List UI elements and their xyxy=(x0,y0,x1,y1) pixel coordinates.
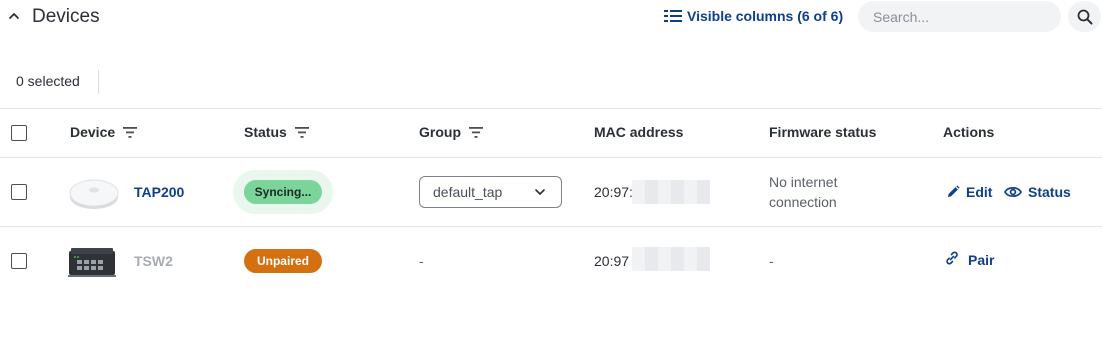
column-header-mac: MAC address xyxy=(594,124,683,140)
chevron-up-icon[interactable] xyxy=(8,10,20,22)
status-badge: Syncing... xyxy=(244,180,322,204)
mac-address: 20:97 xyxy=(594,253,630,269)
page-header: Devices Visible columns (6 of 6) xyxy=(0,0,1102,34)
firmware-status-line1: No internet xyxy=(769,174,838,190)
pencil-icon xyxy=(948,185,960,197)
selection-bar: 0 selected xyxy=(0,70,1102,94)
visible-columns-button[interactable]: Visible columns (6 of 6) xyxy=(664,8,843,24)
group-value: - xyxy=(419,253,424,269)
pair-button[interactable]: Pair xyxy=(944,251,995,268)
search-input[interactable] xyxy=(858,1,1061,32)
device-name-link[interactable]: TAP200 xyxy=(134,184,184,200)
column-header-actions: Actions xyxy=(943,124,994,140)
search-button[interactable] xyxy=(1068,1,1101,32)
firmware-status: - xyxy=(769,253,774,269)
device-name-link[interactable]: TSW2 xyxy=(134,253,173,269)
selection-divider xyxy=(98,70,99,94)
mac-address: 20:97: xyxy=(594,184,633,200)
group-select[interactable]: default_tap xyxy=(419,176,562,208)
edit-button[interactable]: Edit xyxy=(946,184,992,200)
row-checkbox[interactable] xyxy=(11,253,27,269)
column-label-status: Status xyxy=(244,124,287,140)
filter-icon[interactable] xyxy=(469,126,483,138)
column-header-device: Device xyxy=(70,124,138,140)
header-divider xyxy=(0,157,1102,158)
status-button[interactable]: Status xyxy=(1004,184,1071,200)
column-label-device: Device xyxy=(70,124,116,140)
group-select-value: default_tap xyxy=(433,184,503,200)
switch-image xyxy=(68,248,116,277)
column-label-actions: Actions xyxy=(943,124,995,140)
chevron-down-icon xyxy=(535,189,545,195)
eye-icon xyxy=(1004,187,1022,197)
select-all-checkbox[interactable] xyxy=(11,125,27,141)
pair-label: Pair xyxy=(968,252,995,268)
column-header-group: Group xyxy=(419,124,483,140)
edit-label: Edit xyxy=(966,184,993,200)
search-icon xyxy=(1077,9,1092,24)
access-point-image xyxy=(69,179,119,209)
column-label-mac: MAC address xyxy=(594,124,684,140)
column-label-group: Group xyxy=(419,124,461,140)
link-icon xyxy=(946,251,958,264)
firmware-status-line2: connection xyxy=(769,194,837,210)
status-label: Status xyxy=(1028,184,1071,200)
column-header-status: Status xyxy=(244,124,309,140)
status-badge: Unpaired xyxy=(244,249,322,273)
column-header-firmware: Firmware status xyxy=(769,124,876,140)
selected-count: 0 selected xyxy=(16,73,80,89)
row-divider xyxy=(0,226,1102,227)
mac-redaction xyxy=(632,247,710,271)
visible-columns-label: Visible columns (6 of 6) xyxy=(687,8,844,24)
row-checkbox[interactable] xyxy=(11,184,27,200)
table-top-divider xyxy=(0,108,1102,109)
columns-list-icon xyxy=(664,10,682,22)
mac-redaction xyxy=(632,180,710,204)
column-label-firmware: Firmware status xyxy=(769,124,877,140)
filter-icon[interactable] xyxy=(294,126,309,138)
page-title: Devices xyxy=(32,6,100,27)
filter-icon[interactable] xyxy=(123,126,138,138)
